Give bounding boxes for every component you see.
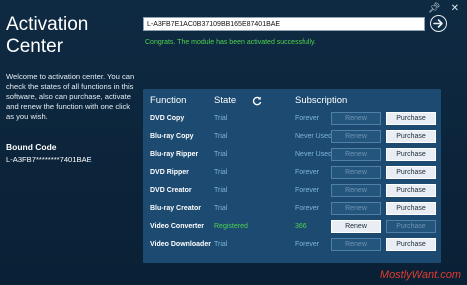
purchase-button[interactable]: Purchase [386,166,436,179]
bound-code-label: Bound Code [6,142,57,152]
function-name: DVD Ripper [150,169,189,176]
function-subscription: Never Used [295,151,332,158]
purchase-button[interactable]: Purchase [386,202,436,215]
function-subscription: Forever [295,169,320,176]
function-subscription: Never Used [295,133,332,140]
renew-button[interactable]: Renew [331,112,381,125]
function-state: Trial [214,133,228,140]
table-header: Function State Subscription [150,95,440,109]
function-name: Video Downloader [150,241,211,248]
functions-panel: Function State Subscription DVD Copy Tria… [143,89,441,263]
function-subscription: Forever [295,187,320,194]
purchase-button[interactable]: Purchase [386,220,436,233]
function-name: DVD Creator [150,187,192,194]
header-function: Function [150,95,187,106]
renew-button[interactable]: Renew [331,130,381,143]
table-row: Blu-ray Creator Trial Forever Renew Purchase [150,202,440,216]
purchase-button[interactable]: Purchase [386,148,436,161]
function-state: Trial [214,151,228,158]
activation-code-input[interactable] [143,17,425,31]
window-controls: 📌︎ ✕ [428,3,459,14]
arrow-right-icon [433,19,443,28]
function-name: Blu-ray Ripper [150,151,199,158]
function-name: DVD Copy [150,115,185,122]
table-row: DVD Ripper Trial Forever Renew Purchase [150,166,440,180]
purchase-button[interactable]: Purchase [386,112,436,125]
renew-button[interactable]: Renew [331,166,381,179]
function-state: Trial [214,241,228,248]
close-icon[interactable]: ✕ [451,3,459,14]
purchase-button[interactable]: Purchase [386,238,436,251]
bound-code-value: L-A3FB7********7401BAE [6,155,92,164]
function-name: Blu-ray Copy [150,133,194,140]
watermark: MostlyWant.com [379,269,461,281]
activation-window: 📌︎ ✕ Activation Center Welcome to activa… [0,0,467,285]
function-state: Trial [214,205,228,212]
function-state: Trial [214,115,228,122]
renew-button[interactable]: Renew [331,202,381,215]
activate-go-button[interactable] [430,15,447,32]
renew-button[interactable]: Renew [331,238,381,251]
purchase-button[interactable]: Purchase [386,130,436,143]
table-row: DVD Creator Trial Forever Renew Purchase [150,184,440,198]
welcome-text: Welcome to activation center. You can ch… [6,72,135,121]
renew-button[interactable]: Renew [331,184,381,197]
function-state: Registered [214,223,248,230]
table-row: DVD Copy Trial Forever Renew Purchase [150,112,440,126]
header-state: State [214,95,237,106]
pin-icon[interactable]: 📌︎ [428,3,441,14]
function-name: Video Converter [150,223,204,230]
table-row: Blu-ray Ripper Trial Never Used Renew Purcha… [150,148,440,162]
function-state: Trial [214,169,228,176]
table-row: Video Converter Registered 366 Renew Purchas… [150,220,440,234]
purchase-button[interactable]: Purchase [386,184,436,197]
activation-status-message: Congrats. The module has been activated … [145,39,316,46]
table-row: Blu-ray Copy Trial Never Used Renew Purchase [150,130,440,144]
table-row: Video Downloader Trial Forever Renew Purchas… [150,238,440,252]
function-name: Blu-ray Creator [150,205,201,212]
page-title: Activation Center [6,14,89,57]
renew-button[interactable]: Renew [331,220,381,233]
function-subscription: Forever [295,205,320,212]
function-subscription: 366 [295,223,307,230]
refresh-icon[interactable] [252,96,262,106]
renew-button[interactable]: Renew [331,148,381,161]
function-state: Trial [214,187,228,194]
header-subscription: Subscription [295,95,348,106]
function-subscription: Forever [295,115,320,122]
function-subscription: Forever [295,241,320,248]
